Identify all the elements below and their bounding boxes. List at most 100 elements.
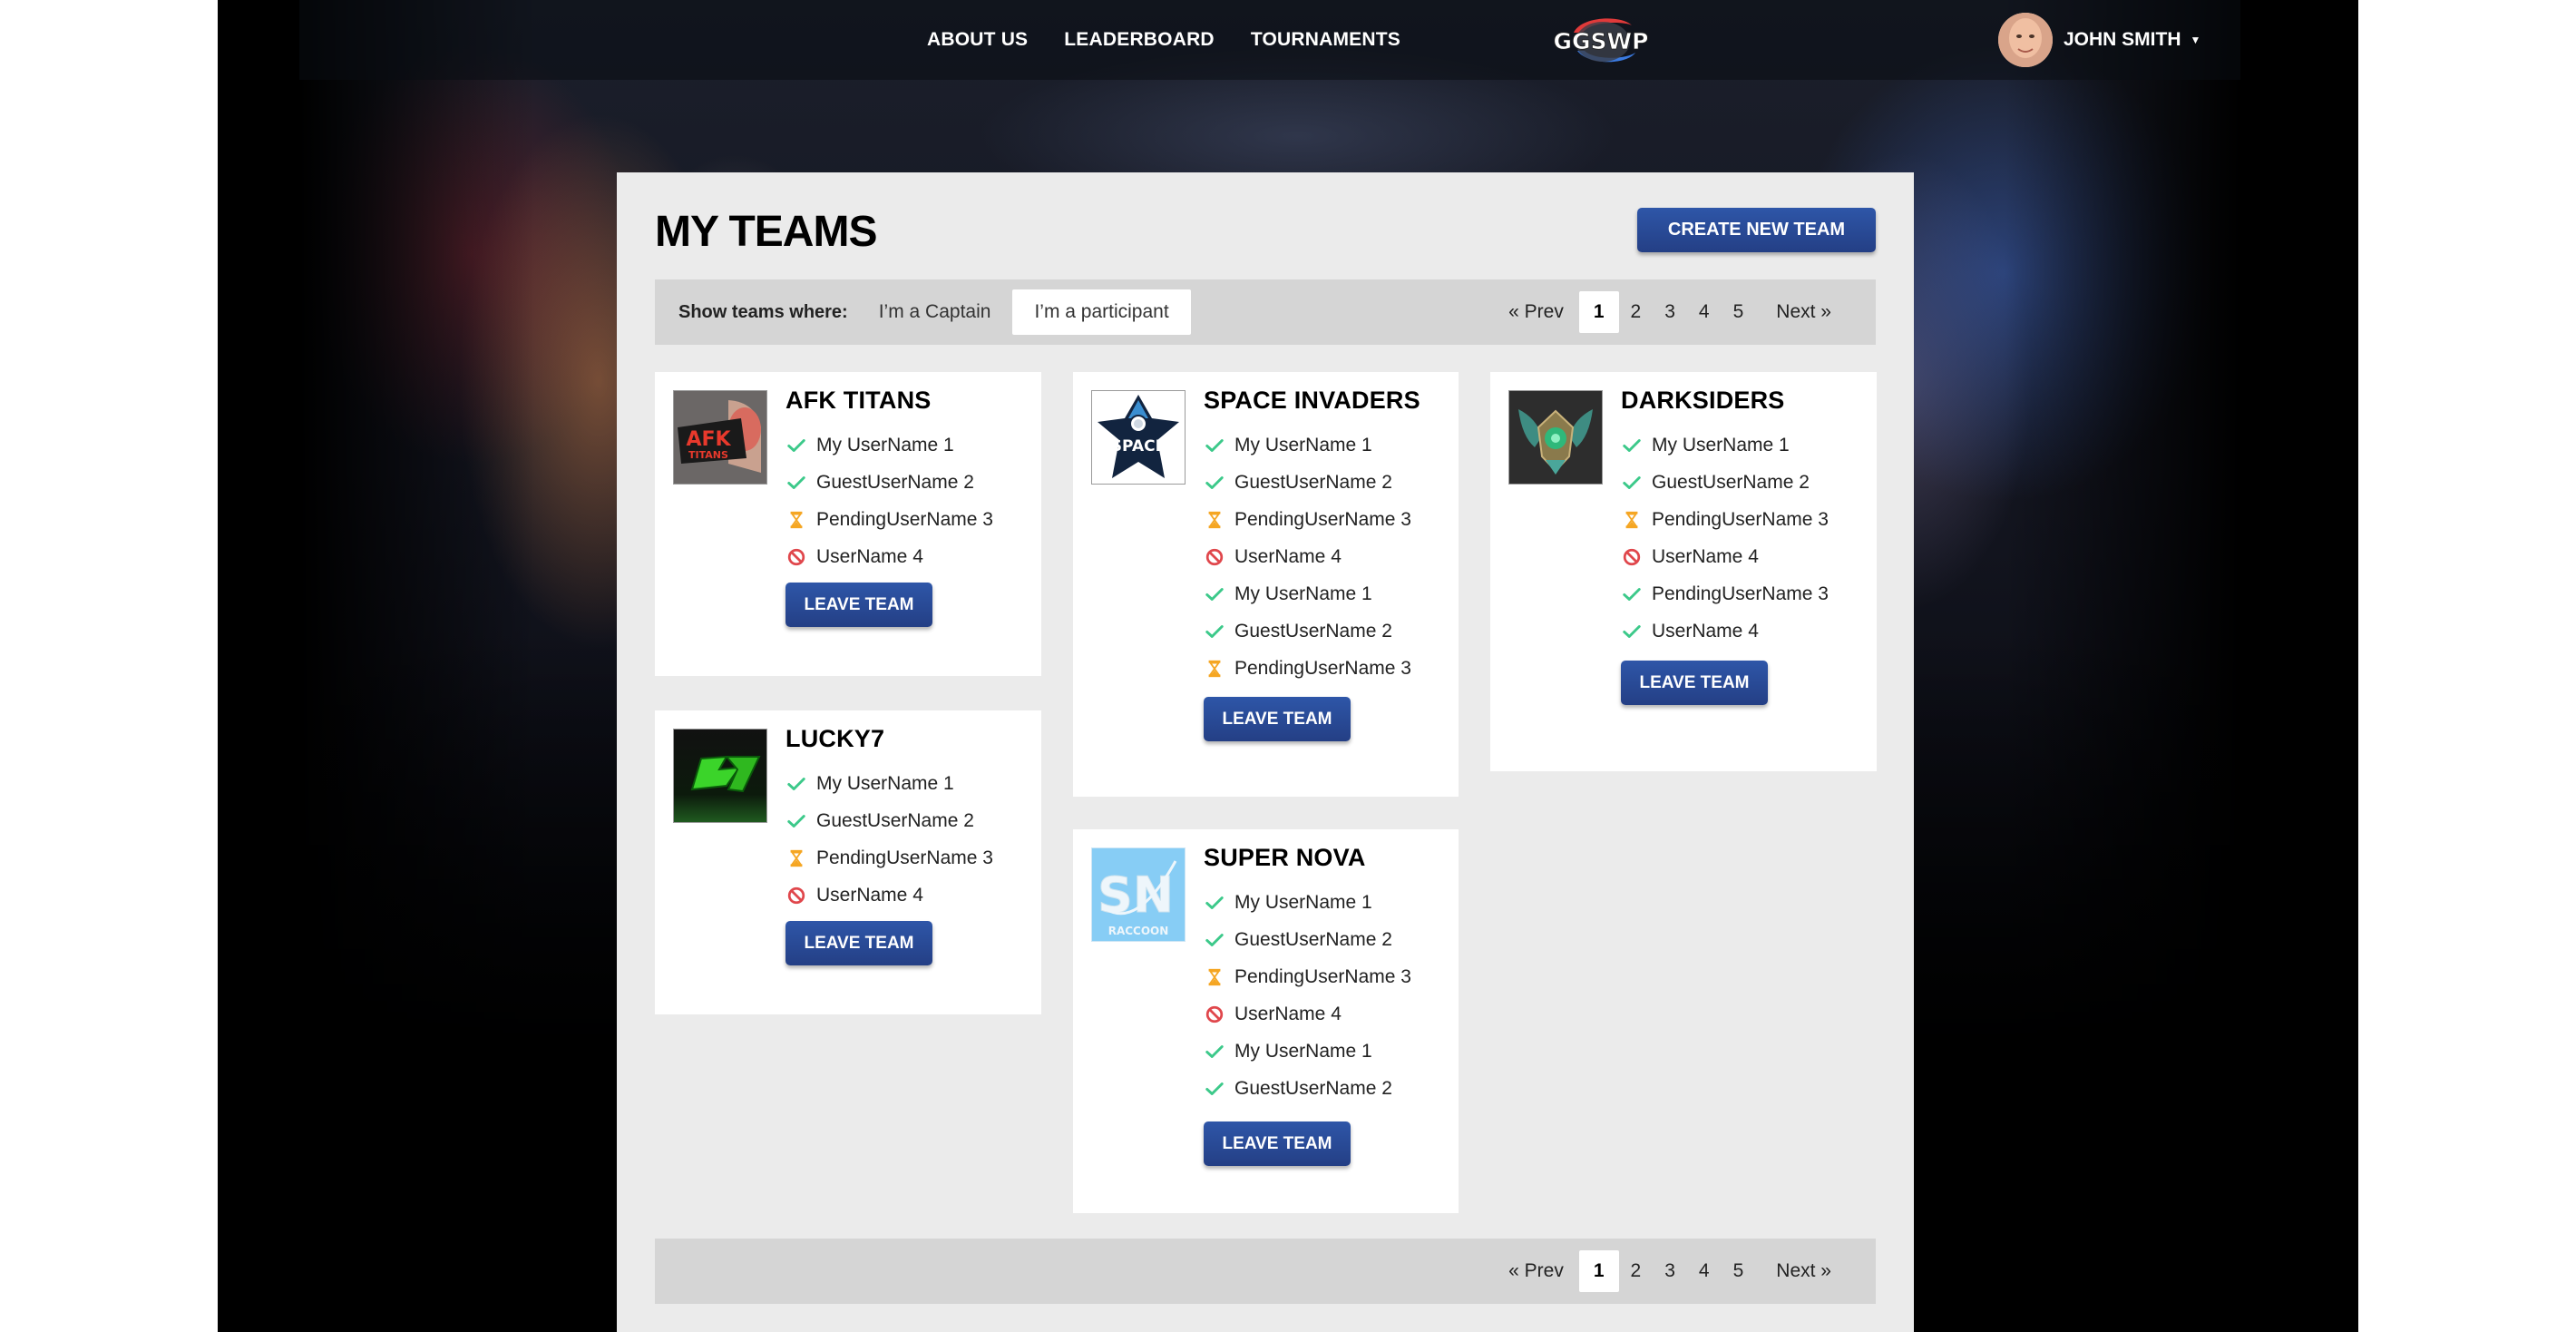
pagination-page-4[interactable]: 4 — [1687, 1250, 1722, 1292]
filter-bar: Show teams where: I’m a Captain I’m a pa… — [655, 279, 1876, 345]
check-icon — [1204, 1041, 1225, 1063]
nav-leaderboard[interactable]: LEADERBOARD — [1064, 29, 1215, 51]
member-name: My UserName 1 — [1234, 891, 1372, 913]
member-name: My UserName 1 — [1652, 434, 1790, 455]
member-name: UserName 4 — [1652, 545, 1759, 567]
member-name: GuestUserName 2 — [1234, 620, 1392, 642]
darksiders-logo — [1508, 390, 1603, 485]
pagination-next[interactable]: Next » — [1764, 291, 1843, 333]
member-item: GuestUserName 2 — [785, 464, 993, 501]
pagination-top: « Prev 1 2 3 4 5 Next » — [1497, 289, 1843, 335]
member-name: My UserName 1 — [1234, 434, 1372, 455]
top-navigation: ABOUT US LEADERBOARD TOURNAMENTS GGSWP J… — [299, 0, 2240, 80]
hourglass-icon — [1621, 509, 1643, 531]
pagination-next[interactable]: Next » — [1764, 1250, 1843, 1292]
member-name: UserName 4 — [1652, 620, 1759, 642]
team-card: LUCKY7 My UserName 1 GuestUserName 2 Pendi… — [655, 710, 1041, 1014]
member-name: PendingUserName 3 — [1234, 508, 1411, 530]
member-item: My UserName 1 — [1204, 426, 1411, 464]
member-item: GuestUserName 2 — [785, 802, 993, 839]
check-icon — [785, 472, 807, 494]
create-new-team-button[interactable]: CREATE NEW TEAM — [1637, 208, 1876, 252]
pagination-page-3[interactable]: 3 — [1653, 291, 1687, 333]
team-name: SPACE INVADERS — [1204, 387, 1420, 414]
leave-team-button[interactable]: LEAVE TEAM — [785, 583, 932, 627]
member-item: UserName 4 — [785, 538, 993, 575]
svg-text:SN: SN — [1098, 867, 1174, 924]
member-name: My UserName 1 — [816, 772, 954, 794]
member-name: PendingUserName 3 — [816, 847, 993, 868]
pagination-page-3[interactable]: 3 — [1653, 1250, 1687, 1292]
member-item: UserName 4 — [1204, 995, 1411, 1033]
member-name: My UserName 1 — [1234, 583, 1372, 604]
ggswp-logo[interactable]: GGSWP — [1537, 13, 1664, 69]
check-icon — [1204, 472, 1225, 494]
member-item: UserName 4 — [1204, 538, 1411, 575]
pagination-page-2[interactable]: 2 — [1619, 291, 1654, 333]
team-name: SUPER NOVA — [1204, 844, 1366, 871]
pagination-bar-bottom: « Prev 1 2 3 4 5 Next » — [655, 1239, 1876, 1304]
pagination-bottom: « Prev 1 2 3 4 5 Next » — [1497, 1249, 1843, 1294]
hourglass-icon — [785, 509, 807, 531]
space-invaders-logo: SPACE — [1091, 390, 1186, 485]
member-list: My UserName 1 GuestUserName 2 PendingUserN… — [1204, 884, 1411, 1107]
member-item: PendingUserName 3 — [1204, 958, 1411, 995]
leave-team-button[interactable]: LEAVE TEAM — [1204, 1121, 1351, 1166]
member-name: GuestUserName 2 — [1234, 471, 1392, 493]
leave-team-button[interactable]: LEAVE TEAM — [1621, 661, 1768, 705]
pagination-page-5[interactable]: 5 — [1722, 1250, 1756, 1292]
hourglass-icon — [785, 847, 807, 869]
hourglass-icon — [1204, 966, 1225, 988]
member-name: GuestUserName 2 — [816, 809, 974, 831]
member-item: PendingUserName 3 — [1621, 575, 1829, 612]
pagination-page-5[interactable]: 5 — [1722, 291, 1756, 333]
team-name: DARKSIDERS — [1621, 387, 1785, 414]
member-item: PendingUserName 3 — [785, 501, 993, 538]
nav-tournaments[interactable]: TOURNAMENTS — [1251, 29, 1400, 51]
nav-about-us[interactable]: ABOUT US — [927, 29, 1028, 51]
member-name: PendingUserName 3 — [1652, 508, 1829, 530]
filter-option-captain[interactable]: I’m a Captain — [857, 289, 1013, 335]
check-icon — [1204, 929, 1225, 951]
member-item: UserName 4 — [1621, 538, 1829, 575]
member-item: My UserName 1 — [1204, 575, 1411, 612]
member-item: My UserName 1 — [1204, 884, 1411, 921]
member-item: PendingUserName 3 — [1204, 501, 1411, 538]
page-background: ABOUT US LEADERBOARD TOURNAMENTS GGSWP J… — [218, 0, 2358, 1332]
user-menu[interactable]: JOHN SMITH ▼ — [1998, 13, 2200, 67]
filter-option-participant[interactable]: I’m a participant — [1012, 289, 1191, 335]
check-icon — [785, 435, 807, 456]
nav-links: ABOUT US LEADERBOARD TOURNAMENTS — [927, 0, 1400, 80]
svg-text:RACCOON: RACCOON — [1108, 925, 1169, 937]
pagination-page-4[interactable]: 4 — [1687, 291, 1722, 333]
member-item: GuestUserName 2 — [1621, 464, 1829, 501]
member-item: PendingUserName 3 — [785, 839, 993, 877]
leave-team-button[interactable]: LEAVE TEAM — [785, 921, 932, 965]
member-name: UserName 4 — [1234, 545, 1342, 567]
pagination-page-1[interactable]: 1 — [1578, 1250, 1619, 1292]
page-title: MY TEAMS — [655, 208, 877, 256]
member-item: UserName 4 — [785, 877, 993, 914]
member-list: My UserName 1 GuestUserName 2 PendingUserN… — [1204, 426, 1411, 687]
member-item: My UserName 1 — [1204, 1033, 1411, 1070]
member-name: GuestUserName 2 — [1234, 928, 1392, 950]
member-list: My UserName 1 GuestUserName 2 PendingUserN… — [785, 426, 993, 575]
member-name: GuestUserName 2 — [1234, 1077, 1392, 1099]
member-name: UserName 4 — [816, 545, 923, 567]
member-item: PendingUserName 3 — [1621, 501, 1829, 538]
user-name: JOHN SMITH — [2064, 29, 2181, 50]
pagination-page-1[interactable]: 1 — [1578, 291, 1619, 333]
check-icon — [1204, 892, 1225, 914]
team-card: SN RACCOON SUPER NOVA My UserName 1 Guest… — [1073, 829, 1459, 1213]
pagination-page-2[interactable]: 2 — [1619, 1250, 1654, 1292]
svg-text:TITANS: TITANS — [688, 449, 728, 461]
ban-icon — [785, 885, 807, 906]
member-name: My UserName 1 — [816, 434, 954, 455]
member-item: My UserName 1 — [785, 765, 993, 802]
member-item: GuestUserName 2 — [1204, 612, 1411, 650]
hourglass-icon — [1204, 509, 1225, 531]
pagination-prev[interactable]: « Prev — [1497, 291, 1576, 333]
pagination-prev[interactable]: « Prev — [1497, 1250, 1576, 1292]
member-item: GuestUserName 2 — [1204, 464, 1411, 501]
leave-team-button[interactable]: LEAVE TEAM — [1204, 697, 1351, 741]
